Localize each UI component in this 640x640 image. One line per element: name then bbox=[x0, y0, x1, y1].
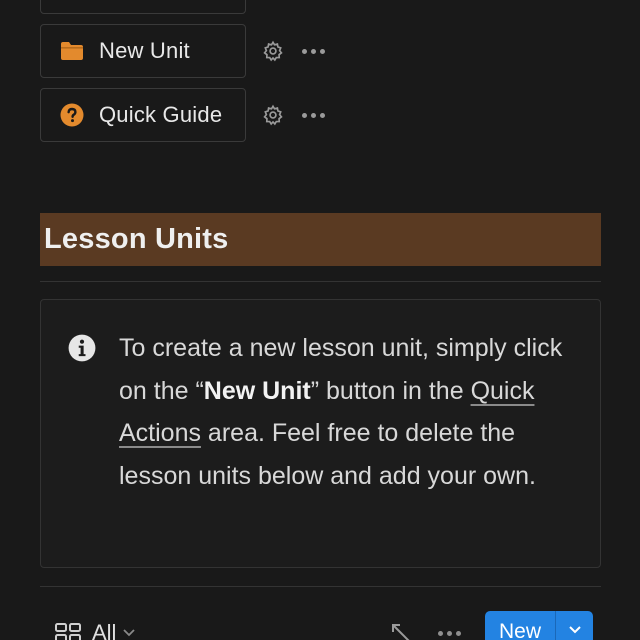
info-icon bbox=[68, 334, 96, 362]
section-heading: Lesson Units bbox=[40, 213, 601, 266]
quick-guide-label: Quick Guide bbox=[99, 102, 223, 127]
new-dropdown-button[interactable] bbox=[555, 611, 594, 640]
quick-action-row-quick-guide: Quick Guide bbox=[40, 88, 329, 142]
view-tab-all[interactable]: All bbox=[54, 620, 136, 640]
quick-action-button-partial[interactable] bbox=[40, 0, 246, 14]
chevron-down-icon bbox=[568, 626, 581, 634]
new-unit-button[interactable]: New Unit bbox=[40, 24, 246, 78]
expand-icon[interactable] bbox=[390, 622, 412, 640]
quick-action-row-partial bbox=[40, 0, 286, 14]
info-callout: To create a new lesson unit, simply clic… bbox=[40, 299, 601, 568]
view-label: All bbox=[92, 620, 117, 640]
more-options-icon[interactable] bbox=[438, 631, 465, 636]
quick-guide-tools bbox=[260, 102, 329, 128]
gear-icon[interactable] bbox=[260, 38, 286, 64]
more-options-icon[interactable] bbox=[302, 112, 329, 118]
new-button[interactable]: New bbox=[485, 611, 594, 640]
chevron-down-icon bbox=[123, 629, 136, 637]
quick-guide-button[interactable]: Quick Guide bbox=[40, 88, 246, 142]
question-circle-icon bbox=[59, 102, 85, 128]
page: New Unit Quick Guide Lesson Units To cre… bbox=[0, 0, 640, 640]
callout-text-part: ” button in the bbox=[310, 376, 471, 405]
divider bbox=[40, 586, 601, 587]
divider bbox=[40, 281, 601, 282]
new-unit-tools bbox=[260, 38, 329, 64]
callout-text: To create a new lesson unit, simply clic… bbox=[119, 327, 585, 497]
callout-bold-text: New Unit bbox=[203, 376, 311, 405]
gear-icon[interactable] bbox=[260, 102, 286, 128]
database-toolbar: All New bbox=[40, 600, 601, 640]
folder-icon bbox=[59, 38, 85, 64]
section-title: Lesson Units bbox=[44, 223, 229, 255]
quick-action-row-new-unit: New Unit bbox=[40, 24, 329, 78]
new-unit-label: New Unit bbox=[99, 38, 190, 63]
more-options-icon[interactable] bbox=[302, 48, 329, 54]
gallery-view-icon bbox=[55, 623, 81, 640]
new-button-label[interactable]: New bbox=[485, 611, 556, 640]
